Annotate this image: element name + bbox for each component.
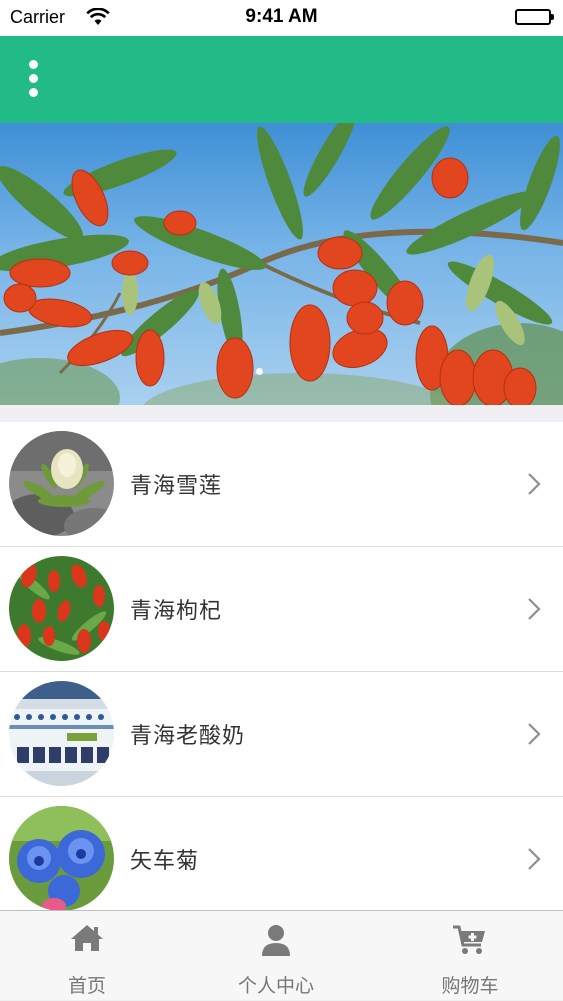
list-item-label: 青海老酸奶 xyxy=(130,724,246,749)
list-item-label: 矢车菊 xyxy=(130,849,200,874)
home-icon xyxy=(70,923,104,957)
tab-profile-label: 个人中心 xyxy=(237,975,314,997)
list-item[interactable]: 青海老酸奶 xyxy=(0,672,563,797)
status-bar: Carrier 9:41 AM xyxy=(0,0,563,36)
battery-icon xyxy=(515,9,555,25)
chevron-right-icon xyxy=(527,722,541,750)
tab-bar: 首页 个人中心 购物车 xyxy=(0,910,563,1000)
page-indicator-dot[interactable] xyxy=(256,368,263,375)
banner-carousel[interactable] xyxy=(0,123,563,405)
tab-cart[interactable]: 购物车 xyxy=(420,911,520,1001)
tab-home-label: 首页 xyxy=(67,975,106,997)
list-item[interactable]: 青海雪莲 xyxy=(0,422,563,547)
yogurt-jar-thumbnail xyxy=(9,681,114,786)
list-item-label: 青海枸杞 xyxy=(130,599,223,624)
list-item[interactable]: 青海枸杞 xyxy=(0,547,563,672)
cart-add-icon xyxy=(451,923,489,961)
user-icon xyxy=(260,923,292,961)
chevron-right-icon xyxy=(527,847,541,875)
tab-cart-label: 购物车 xyxy=(441,975,499,997)
nav-bar xyxy=(0,36,563,123)
product-list: 青海雪莲 青海枸杞 青海老酸奶 矢车菊 xyxy=(0,422,563,910)
cornflower-thumbnail xyxy=(9,806,114,910)
chevron-right-icon xyxy=(527,597,541,625)
banner-image xyxy=(0,123,563,405)
chevron-right-icon xyxy=(527,472,541,500)
list-item-label: 青海雪莲 xyxy=(130,474,223,499)
snow-lotus-thumbnail xyxy=(9,431,114,536)
more-vertical-icon[interactable] xyxy=(18,54,50,104)
tab-home[interactable]: 首页 xyxy=(37,911,137,1001)
tab-profile[interactable]: 个人中心 xyxy=(216,911,336,1001)
list-item[interactable]: 矢车菊 xyxy=(0,797,563,910)
status-time: 9:41 AM xyxy=(245,6,318,27)
goji-berry-thumbnail xyxy=(9,556,114,661)
